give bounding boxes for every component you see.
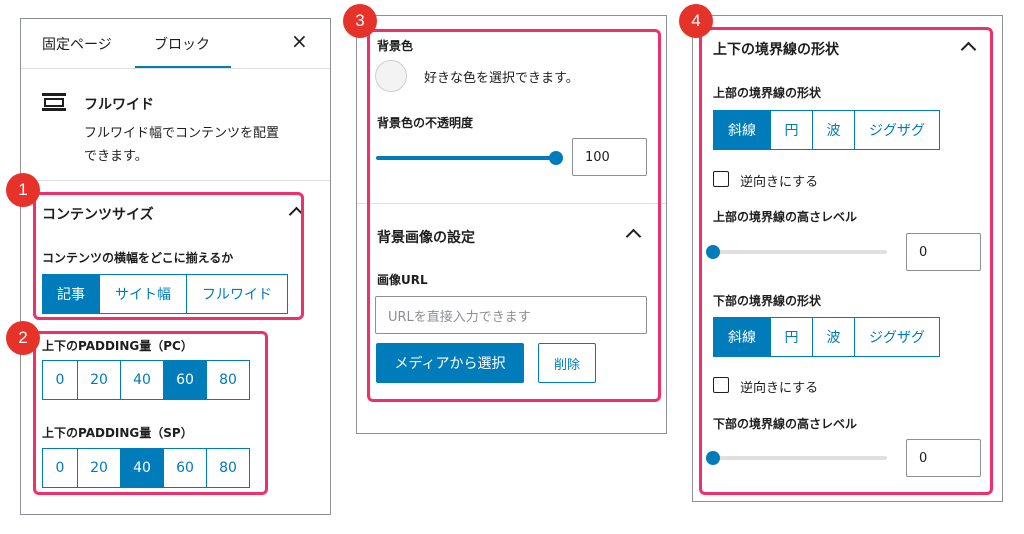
fullwide-block-icon — [42, 93, 66, 111]
block-description-2: できます。 — [84, 149, 148, 164]
tab-page[interactable]: 固定ページ — [42, 34, 112, 54]
step-badge-1: 1 — [6, 173, 40, 207]
block-description: フルワイド幅でコンテンツを配置 — [84, 126, 280, 141]
block-name: フルワイド — [84, 97, 154, 113]
block-divider — [21, 180, 330, 181]
tab-block[interactable]: ブロック — [154, 34, 210, 54]
highlight-box-2 — [33, 331, 268, 495]
highlight-box-3 — [367, 29, 661, 402]
highlight-box-1 — [33, 192, 304, 320]
step-badge-4: 4 — [679, 4, 713, 38]
step-badge-2: 2 — [6, 321, 40, 355]
close-icon[interactable]: × — [291, 29, 308, 53]
tab-divider — [21, 68, 330, 69]
highlight-box-4 — [699, 27, 993, 495]
step-badge-3: 3 — [343, 4, 377, 38]
